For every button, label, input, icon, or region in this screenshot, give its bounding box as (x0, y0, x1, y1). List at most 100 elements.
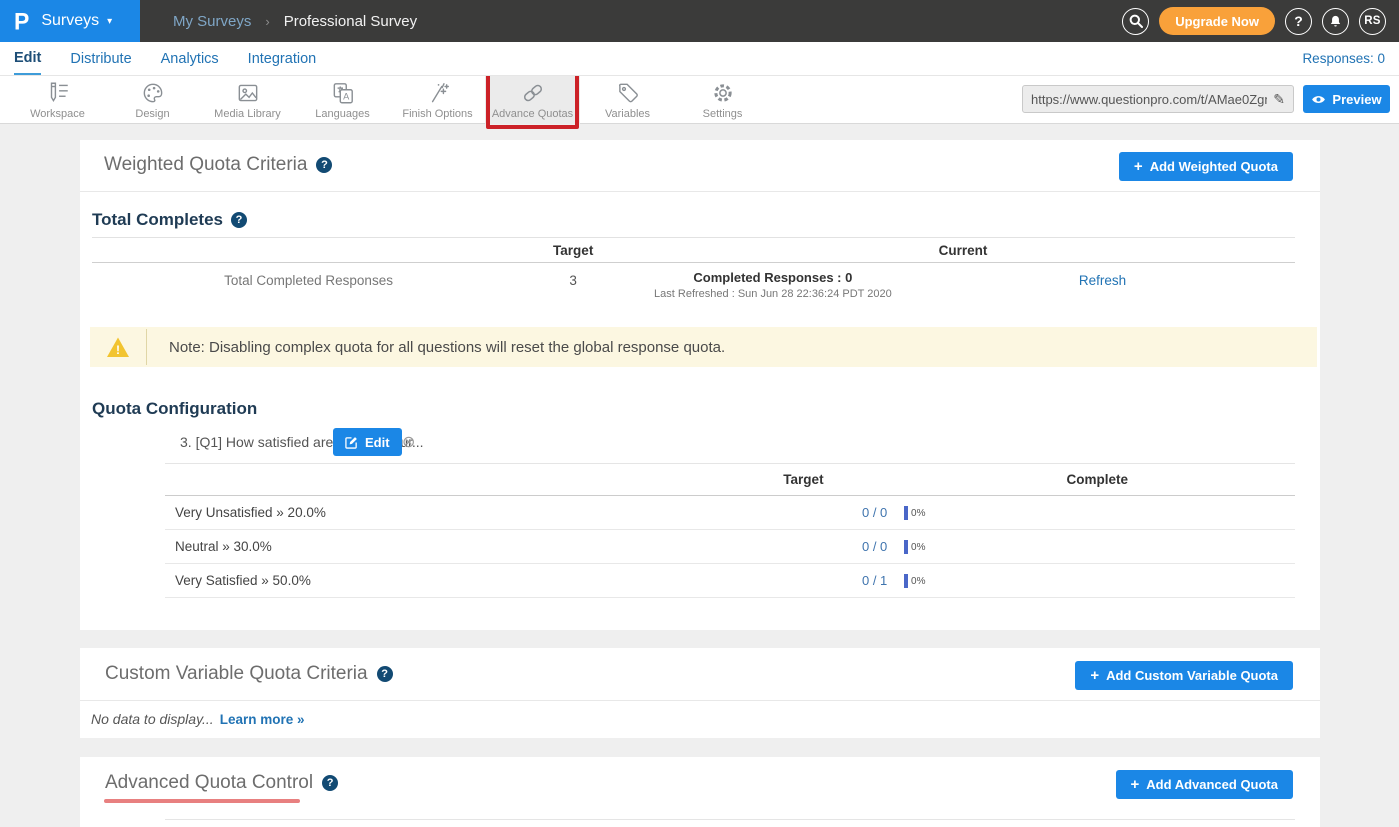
progress-bar (904, 506, 908, 520)
plus-icon: + (1131, 777, 1140, 792)
refresh-link[interactable]: Refresh (1079, 273, 1126, 288)
table-row: Very Unsatisfied » 20.0% 0 / 0 0% (165, 496, 1295, 530)
edit-toolbar: Workspace Design Media Library (0, 76, 1399, 124)
quota-answers-table: Target Complete Very Unsatisfied » 20.0%… (165, 463, 1295, 598)
table-row: Neutral » 30.0% 0 / 0 0% (165, 530, 1295, 564)
table-row: Very Satisfied » 50.0% 0 / 1 0% (165, 564, 1295, 598)
target-ratio[interactable]: 0 / 0 (862, 496, 887, 530)
edit-url-pencil-icon[interactable]: ✎ (1273, 91, 1285, 108)
edit-pencil-icon (345, 436, 358, 449)
svg-text:!: ! (116, 343, 120, 357)
answer-label: Neutral » 30.0% (175, 530, 272, 564)
column-target: Target (783, 464, 823, 496)
progress-percent: 0% (911, 508, 925, 519)
avatar[interactable]: RS (1359, 8, 1386, 35)
notifications-bell-icon[interactable] (1322, 8, 1349, 35)
row-label: Total Completed Responses (224, 273, 393, 288)
tab-distribute[interactable]: Distribute (70, 44, 131, 74)
progress-percent: 0% (911, 576, 925, 587)
table-row: Total Completed Responses 3 Completed Re… (92, 263, 1295, 319)
tab-integration[interactable]: Integration (248, 44, 317, 74)
survey-url-field[interactable]: https://www.questionpro.com/t/AMae0Zgn ✎ (1022, 85, 1294, 113)
add-custom-variable-quota-button[interactable]: + Add Custom Variable Quota (1075, 661, 1293, 690)
quota-configuration-heading: Quota Configuration (92, 399, 257, 419)
toolbar-item-finish-options[interactable]: Finish Options (390, 76, 485, 124)
custom-variable-quota-title: Custom Variable Quota Criteria ? (105, 663, 393, 685)
empty-state: No data to display... Learn more » (91, 711, 305, 727)
last-refreshed-timestamp: Last Refreshed : Sun Jun 28 22:36:24 PDT… (654, 288, 892, 300)
help-circle-icon[interactable]: ? (1285, 8, 1312, 35)
plus-icon: + (1134, 159, 1143, 174)
remove-quota-icon[interactable]: ⊗ (402, 432, 415, 452)
column-complete: Complete (1066, 464, 1128, 496)
search-icon[interactable] (1122, 8, 1149, 35)
target-ratio[interactable]: 0 / 1 (862, 564, 887, 598)
column-current: Current (939, 238, 988, 263)
target-ratio[interactable]: 0 / 0 (862, 530, 887, 564)
total-completes-table: Target Current Total Completed Responses… (92, 237, 1295, 319)
progress-bar (904, 574, 908, 588)
target-value: 3 (569, 273, 577, 288)
chevron-down-icon: ▾ (107, 16, 112, 27)
help-icon[interactable]: ? (322, 775, 338, 791)
toolbar-item-languages[interactable]: A Languages (295, 76, 390, 124)
tab-analytics[interactable]: Analytics (161, 44, 219, 74)
languages-icon: A (330, 80, 356, 106)
table-header-row: Target Complete (165, 463, 1295, 496)
settings-icon (710, 80, 736, 106)
survey-url-value: https://www.questionpro.com/t/AMae0Zgn (1031, 92, 1267, 107)
progress-bar (904, 540, 908, 554)
learn-more-link[interactable]: Learn more » (220, 712, 305, 727)
tab-edit[interactable]: Edit (14, 43, 41, 75)
progress-indicator: 0% (904, 506, 925, 520)
answer-label: Very Unsatisfied » 20.0% (175, 496, 326, 530)
advanced-quota-control-card: Advanced Quota Control ? + Add Advanced … (80, 757, 1320, 827)
progress-indicator: 0% (904, 540, 925, 554)
toolbar-item-settings[interactable]: Settings (675, 76, 770, 124)
finish-options-icon (425, 80, 451, 106)
divider (80, 700, 1320, 701)
quota-question-row: 3. [Q1] How satisfied are you with our..… (80, 428, 1320, 458)
note-text: Note: Disabling complex quota for all qu… (147, 327, 725, 367)
divider (80, 191, 1320, 192)
progress-percent: 0% (911, 542, 925, 553)
preview-button[interactable]: Preview (1303, 85, 1390, 113)
progress-indicator: 0% (904, 574, 925, 588)
add-weighted-quota-button[interactable]: + Add Weighted Quota (1119, 152, 1293, 181)
completed-responses-count: Completed Responses : 0 (654, 270, 892, 285)
product-menu[interactable]: P Surveys ▾ (0, 0, 140, 42)
design-icon (140, 80, 166, 106)
table-header-row: Target Current (92, 237, 1295, 263)
total-completes-heading: Total Completes ? (92, 210, 247, 230)
toolbar-item-media-library[interactable]: Media Library (200, 76, 295, 124)
warning-triangle-icon: ! (106, 336, 130, 358)
help-icon[interactable]: ? (377, 666, 393, 682)
toolbar-item-variables[interactable]: Variables (580, 76, 675, 124)
answer-label: Very Satisfied » 50.0% (175, 564, 311, 598)
no-data-text: No data to display... (91, 711, 214, 727)
workspace-icon (45, 80, 71, 106)
toolbar-item-workspace[interactable]: Workspace (10, 76, 105, 124)
weighted-quota-card: Weighted Quota Criteria ? + Add Weighted… (80, 140, 1320, 630)
help-icon[interactable]: ? (316, 157, 332, 173)
breadcrumb-separator-icon: › (265, 14, 269, 29)
advanced-quota-control-title: Advanced Quota Control ? (105, 772, 338, 794)
media-library-icon (235, 80, 261, 106)
add-advanced-quota-button[interactable]: + Add Advanced Quota (1116, 770, 1293, 799)
responses-count[interactable]: Responses: 0 (1302, 51, 1385, 66)
product-menu-label: Surveys (41, 12, 99, 30)
toolbar-item-design[interactable]: Design (105, 76, 200, 124)
toolbar-item-advance-quotas[interactable]: Advance Quotas (485, 76, 580, 124)
upgrade-now-button[interactable]: Upgrade Now (1159, 7, 1275, 35)
breadcrumb: My Surveys › Professional Survey (173, 0, 417, 42)
divider (165, 819, 1295, 820)
quota-note-banner: ! Note: Disabling complex quota for all … (90, 327, 1317, 367)
svg-text:A: A (343, 92, 350, 102)
weighted-quota-title: Weighted Quota Criteria ? (104, 154, 332, 176)
advance-quotas-icon (520, 80, 546, 106)
help-icon[interactable]: ? (231, 212, 247, 228)
variables-icon (615, 80, 641, 106)
annotation-underline (104, 799, 300, 803)
edit-question-quota-button[interactable]: Edit (333, 428, 402, 456)
breadcrumb-my-surveys[interactable]: My Surveys (173, 13, 251, 30)
